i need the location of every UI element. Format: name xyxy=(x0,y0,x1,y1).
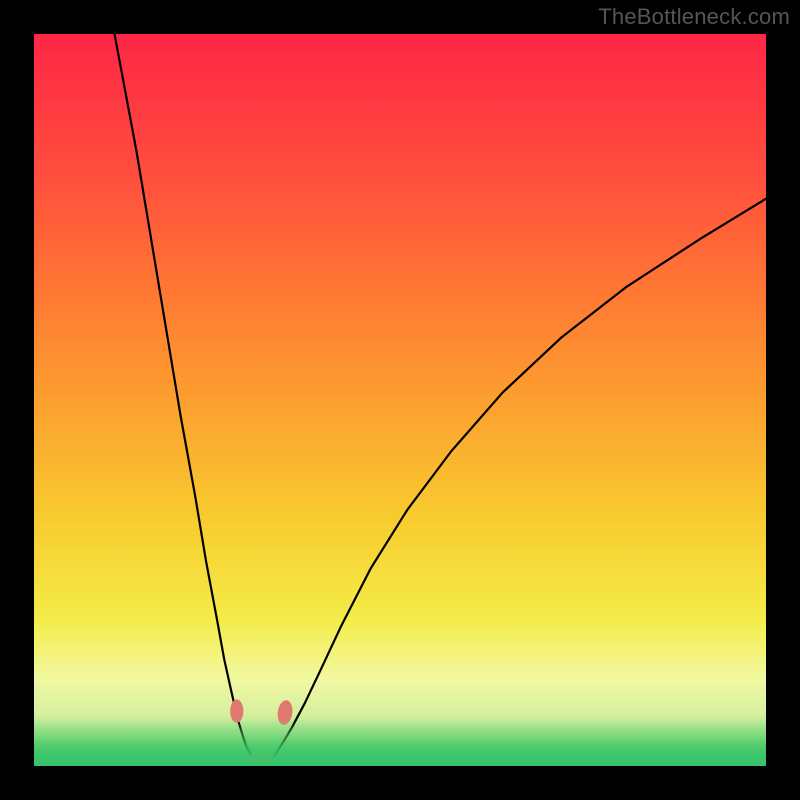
chart-svg xyxy=(0,0,800,800)
green-band xyxy=(34,720,766,766)
watermark-text: TheBottleneck.com xyxy=(598,4,790,30)
plot-background xyxy=(34,34,766,766)
chart-container: { "watermark": "TheBottleneck.com", "cha… xyxy=(0,0,800,800)
